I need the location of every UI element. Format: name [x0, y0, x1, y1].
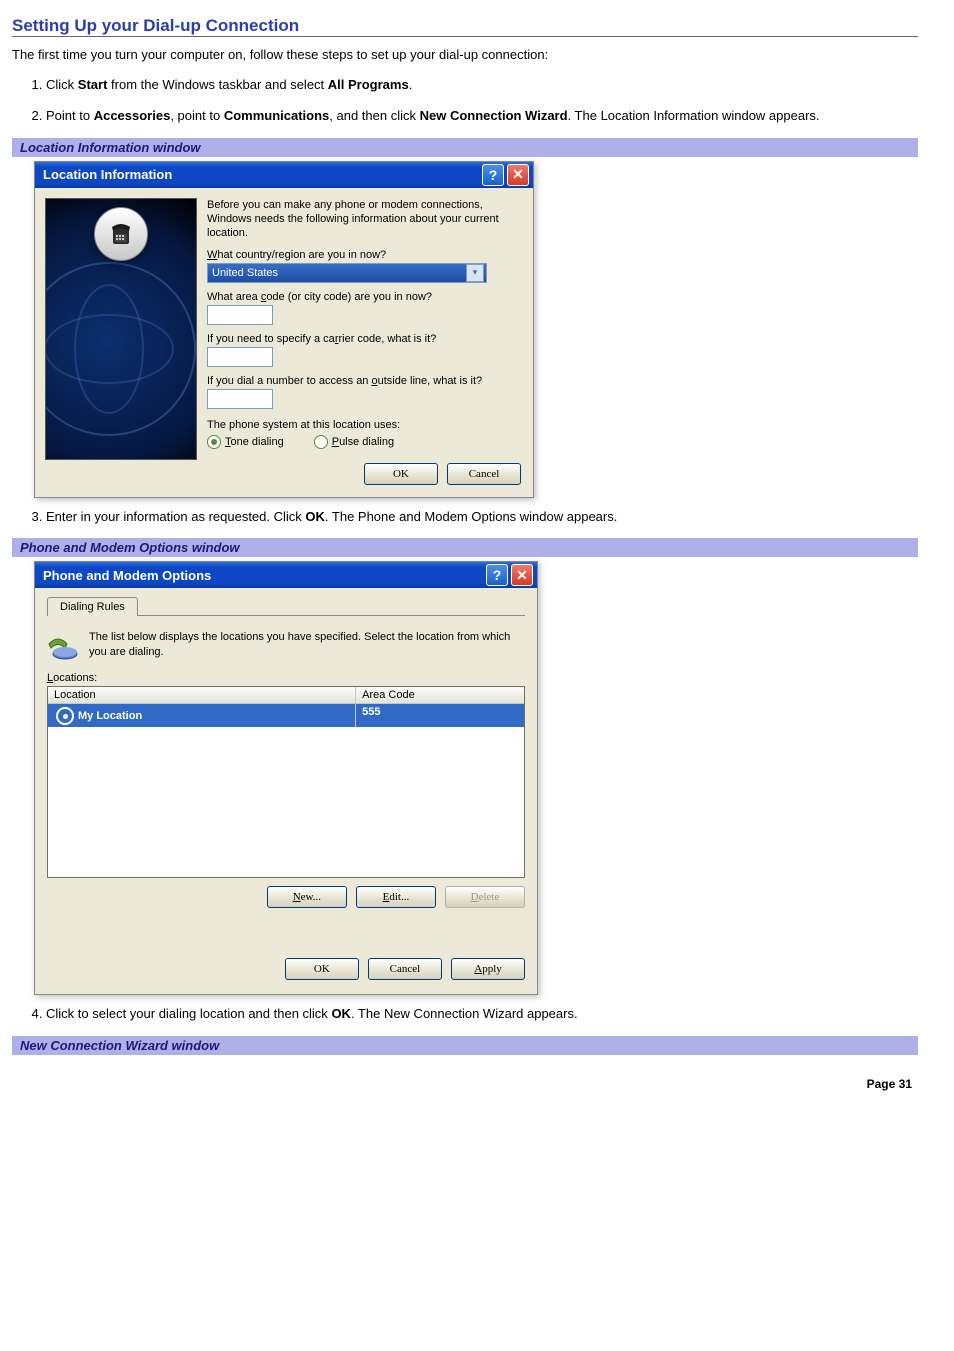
column-area-code[interactable]: Area Code	[356, 687, 524, 703]
help-button[interactable]: ?	[486, 564, 508, 586]
country-label: What country/region are you in now?	[207, 249, 521, 261]
location-information-dialog: Location Information ? ✕ Before you can …	[34, 161, 534, 498]
cancel-button[interactable]: Cancel	[368, 958, 442, 980]
phone-modem-options-dialog: Phone and Modem Options ? ✕ Dialing Rule…	[34, 561, 538, 995]
dialog-description: The list below displays the locations yo…	[89, 630, 525, 659]
tab-dialing-rules[interactable]: Dialing Rules	[47, 597, 138, 616]
caption-phone-modem: Phone and Modem Options window	[12, 538, 918, 557]
carrier-code-input[interactable]	[207, 347, 273, 367]
carrier-code-label: If you need to specify a carrier code, w…	[207, 333, 521, 345]
edit-button[interactable]: Edit...	[356, 886, 436, 908]
step-4: Click to select your dialing location an…	[46, 1005, 918, 1024]
column-location[interactable]: Location	[48, 687, 356, 703]
outside-line-input[interactable]	[207, 389, 273, 409]
area-code-input[interactable]	[207, 305, 273, 325]
step-3: Enter in your information as requested. …	[46, 508, 918, 527]
intro-text: The first time you turn your computer on…	[12, 47, 918, 62]
phone-system-label: The phone system at this location uses:	[207, 419, 521, 431]
chevron-down-icon[interactable]: ▾	[466, 264, 484, 282]
area-code-label: What area code (or city code) are you in…	[207, 291, 521, 303]
dialog-title: Location Information	[43, 167, 172, 182]
ok-button[interactable]: OK	[364, 463, 438, 485]
apply-button[interactable]: Apply	[451, 958, 525, 980]
location-row-selected[interactable]: My Location 555	[48, 704, 524, 727]
section-title: Setting Up your Dial-up Connection	[12, 16, 918, 37]
dialog-titlebar[interactable]: Phone and Modem Options ? ✕	[35, 562, 537, 588]
caption-new-connection-wizard: New Connection Wizard window	[12, 1036, 918, 1055]
location-selected-icon	[56, 707, 74, 725]
locations-listview[interactable]: Location Area Code My Location 555	[47, 686, 525, 878]
dialog-intro: Before you can make any phone or modem c…	[207, 198, 521, 241]
new-button[interactable]: New...	[267, 886, 347, 908]
country-select[interactable]: United States ▾	[207, 263, 487, 283]
phone-modem-icon	[47, 630, 79, 662]
cancel-button[interactable]: Cancel	[447, 463, 521, 485]
dialog-title: Phone and Modem Options	[43, 568, 211, 583]
pulse-dialing-radio[interactable]: Pulse dialing	[314, 435, 394, 449]
page-number: Page 31	[12, 1077, 918, 1091]
dialog-graphic	[45, 198, 197, 460]
caption-location-info: Location Information window	[12, 138, 918, 157]
radio-checked-icon	[207, 435, 221, 449]
close-button[interactable]: ✕	[511, 564, 533, 586]
tone-dialing-radio[interactable]: Tone dialing	[207, 435, 284, 449]
step-2: Point to Accessories, point to Communica…	[46, 107, 918, 126]
phone-icon	[94, 207, 148, 261]
radio-unchecked-icon	[314, 435, 328, 449]
step-1: Click Start from the Windows taskbar and…	[46, 76, 918, 95]
close-button[interactable]: ✕	[507, 164, 529, 186]
ok-button[interactable]: OK	[285, 958, 359, 980]
help-button[interactable]: ?	[482, 164, 504, 186]
dialog-titlebar[interactable]: Location Information ? ✕	[35, 162, 533, 188]
locations-label: Locations:	[47, 672, 525, 684]
country-value: United States	[212, 267, 278, 279]
outside-line-label: If you dial a number to access an outsid…	[207, 375, 521, 387]
delete-button: Delete	[445, 886, 525, 908]
